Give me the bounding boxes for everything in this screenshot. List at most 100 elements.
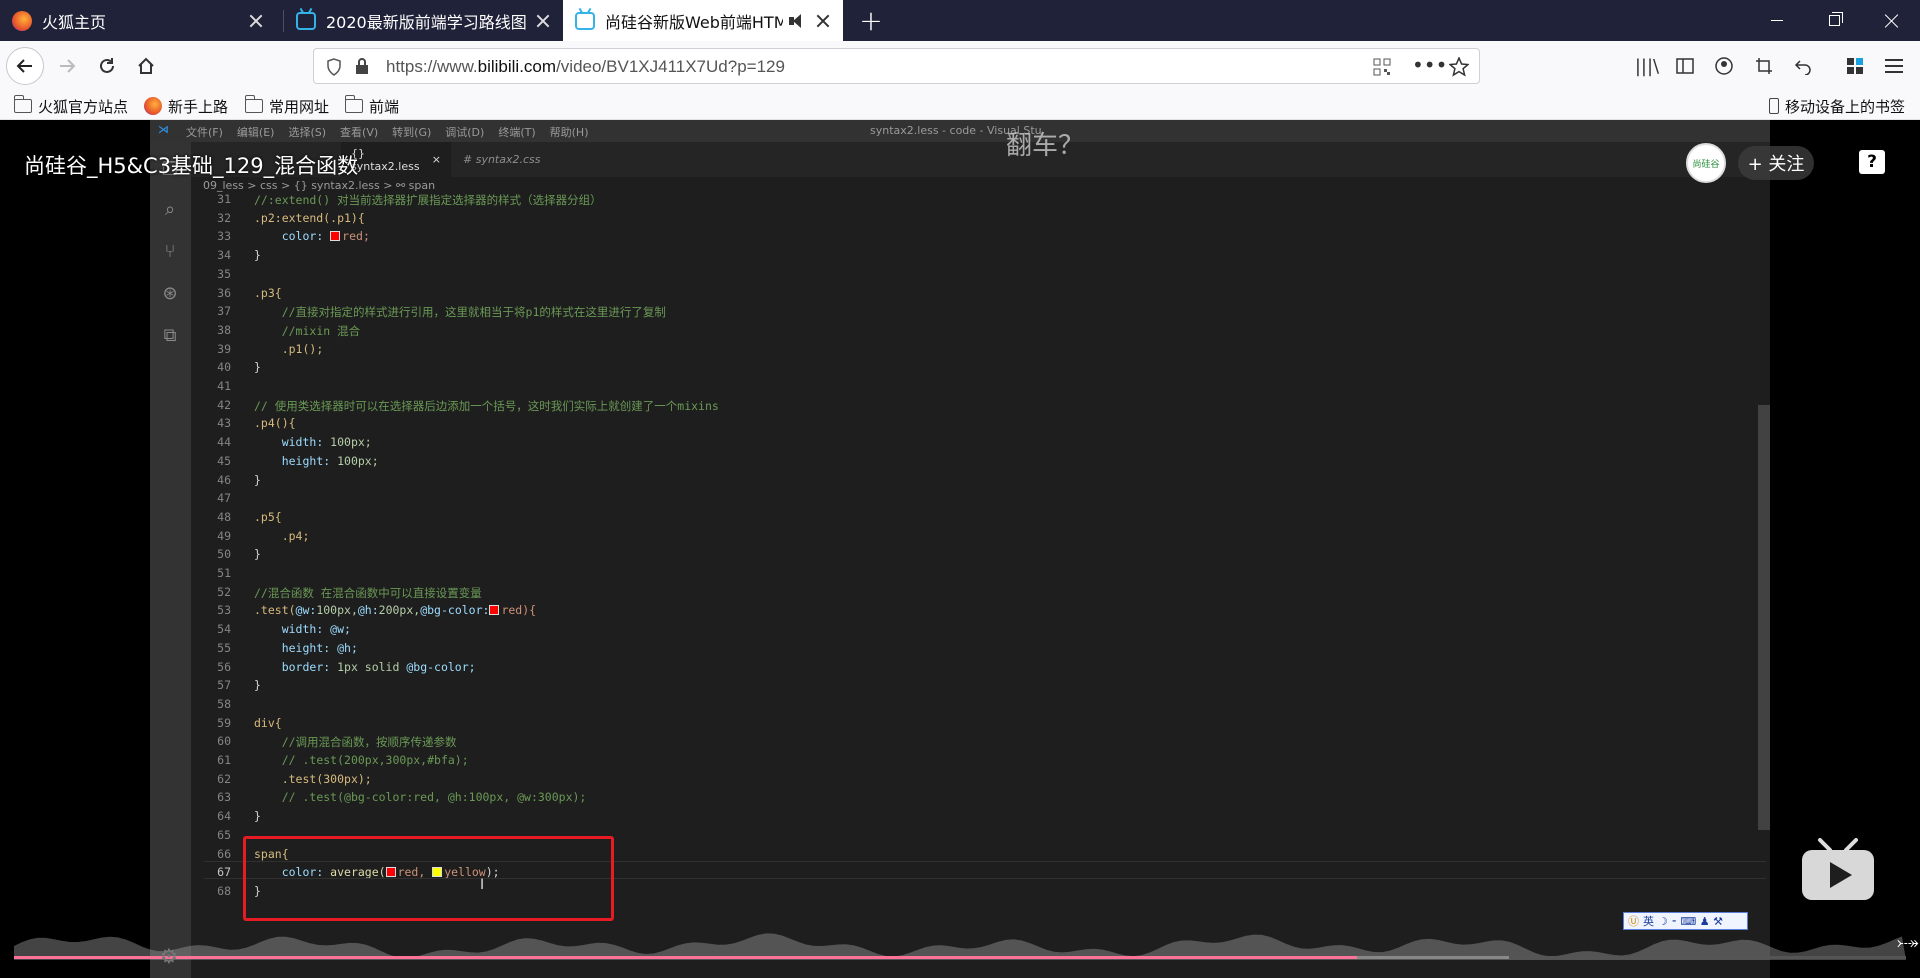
code-comment: //调用混合函数，按顺序传递参数 (281, 735, 457, 750)
bilibili-tv-play-icon[interactable] (1800, 838, 1876, 902)
code-line-61: // .test(200px,300px,#bfa); (254, 753, 469, 767)
minimize-button[interactable] (1749, 0, 1805, 41)
tab-active-video[interactable]: 尚硅谷新版Web前端HTML! (563, 0, 843, 41)
tab-title: 火狐主页 (42, 12, 107, 32)
vscode-logo-icon: ⋊ (158, 123, 169, 136)
undo-arrow-icon[interactable] (1790, 53, 1816, 79)
tab-firefox-home[interactable]: 火狐主页 (0, 0, 276, 41)
progress-bar[interactable] (14, 956, 1906, 959)
bilibili-icon (575, 11, 595, 30)
line-number: 41 (217, 379, 231, 393)
code-brace: } (254, 809, 261, 824)
code-comment: //混合函数 在混合函数中可以直接设置变量 (254, 585, 482, 600)
code-brace: } (254, 360, 261, 375)
code-line-42: // 使用类选择器时可以在选择器后边添加一个括号，这时我们实际上就创建了一个mi… (254, 398, 719, 414)
code-value: 100px; (330, 435, 372, 450)
account-icon[interactable] (1711, 53, 1737, 79)
close-window-button[interactable] (1864, 0, 1920, 41)
settings-gear-icon[interactable]: ⚙ (160, 944, 178, 968)
restore-button[interactable] (1806, 0, 1862, 41)
speaker-icon[interactable] (789, 13, 807, 29)
tab-title: 2020最新版前端学习路线图 - I (326, 12, 527, 32)
extensions-icon[interactable] (1842, 53, 1868, 79)
code-variable: @bg-color; (406, 659, 476, 674)
tab-learning-roadmap[interactable]: 2020最新版前端学习路线图 - I (284, 0, 563, 41)
bookmark-common-sites[interactable]: 常用网址 (244, 95, 330, 117)
home-icon (138, 57, 154, 74)
navigation-bar: https://www.bilibili.com/video/BV1XJ411X… (0, 41, 1920, 91)
bilibili-icon (296, 11, 316, 30)
url-bar[interactable]: https://www.bilibili.com/video/BV1XJ411X… (313, 48, 1480, 84)
tab-close-icon[interactable] (248, 13, 264, 29)
code-selector: .p3{ (254, 285, 282, 300)
bookmark-star-icon (1449, 57, 1469, 77)
bookmark-firefox-site[interactable]: 火狐官方站点 (13, 95, 129, 117)
help-icon[interactable]: ? (1859, 150, 1885, 174)
code-selector: .p5{ (254, 509, 282, 524)
back-button[interactable] (6, 47, 44, 85)
vscode-tabs: {} syntax2.less × # syntax2.css (191, 142, 1770, 177)
line-number: 36 (217, 285, 231, 300)
line-number: 55 (217, 640, 231, 655)
bookmark-label: 常用网址 (269, 97, 330, 116)
line-number: 61 (217, 753, 231, 767)
reload-button[interactable] (88, 47, 126, 85)
menu-item: 文件(F) (186, 126, 223, 139)
bookmark-label: 移动设备上的书签 (1785, 97, 1906, 116)
line-number: 54 (217, 622, 231, 637)
code-brace: } (254, 678, 261, 693)
line-number: 63 (217, 790, 231, 805)
line-number: 56 (217, 659, 231, 674)
line-number: 43 (217, 416, 231, 431)
code-variable: @h: (357, 603, 379, 618)
hamburger-menu-icon[interactable] (1881, 53, 1907, 79)
line-number: 50 (217, 547, 231, 562)
code-line-57: } (254, 678, 261, 692)
code-property: border: (281, 659, 338, 674)
new-tab-button[interactable]: + (851, 0, 891, 41)
forward-button[interactable] (48, 47, 86, 85)
line-number: 65 (217, 827, 231, 842)
bookmark-getting-started[interactable]: 新手上路 (144, 95, 228, 117)
more-actions-icon[interactable]: ••• (1412, 53, 1447, 77)
progress-played (14, 956, 1358, 959)
code-line-64: } (254, 809, 261, 823)
code-property: height: (281, 640, 338, 655)
line-number: 46 (217, 472, 231, 487)
follow-button[interactable]: + 关注 (1738, 146, 1814, 180)
uploader-avatar[interactable]: 尚硅谷 (1686, 143, 1726, 183)
search-icon: ⌕ (164, 198, 176, 220)
bookmark-mobile[interactable]: 移动设备上的书签 (1769, 95, 1905, 117)
home-button[interactable] (127, 47, 165, 85)
color-swatch-red (330, 231, 341, 242)
tab-close-icon[interactable] (815, 13, 831, 29)
library-icon[interactable]: |||\ (1634, 53, 1660, 79)
tab-close-icon[interactable] (535, 13, 551, 29)
code-variable: @w: (295, 603, 317, 618)
bookmark-frontend[interactable]: 前端 (344, 95, 400, 117)
line-number: 49 (217, 528, 231, 543)
sidebar-icon[interactable] (1672, 53, 1698, 79)
url-text[interactable]: https://www.bilibili.com/video/BV1XJ411X… (386, 57, 785, 77)
code-line-31: //:extend() 对当前选择器扩展指定选择器的样式（选择器分组） (254, 192, 602, 208)
line-number: 37 (217, 304, 231, 319)
code-line-34: } (254, 248, 261, 262)
code-comment: //直接对指定的样式进行引用，这里就相当于将p1的样式在这里进行了复制 (281, 305, 666, 320)
code-line-52: //混合函数 在混合函数中可以直接设置变量 (254, 585, 482, 601)
code-line-40: } (254, 360, 261, 374)
danmaku-comment: 翻车？ (1006, 131, 1085, 161)
bookmark-label: 火狐官方站点 (38, 97, 129, 116)
code-line-33: color: red; (254, 229, 370, 243)
code-value: 1px solid (337, 659, 407, 674)
url-prefix: https://www. (386, 57, 478, 76)
vscode-breadcrumb: 09_less > css > {} syntax2.less > ⚯ span (203, 179, 436, 192)
qr-code-icon (1373, 58, 1391, 76)
line-number: 62 (217, 771, 231, 786)
bookmark-label: 前端 (369, 97, 400, 116)
screenshot-crop-icon[interactable] (1751, 53, 1777, 79)
line-number: 45 (217, 453, 231, 468)
line-number: 40 (217, 360, 231, 375)
code-line-50: } (254, 547, 261, 561)
code-line-49: .p4; (254, 529, 310, 543)
debug-icon: ⊛ (162, 282, 178, 304)
